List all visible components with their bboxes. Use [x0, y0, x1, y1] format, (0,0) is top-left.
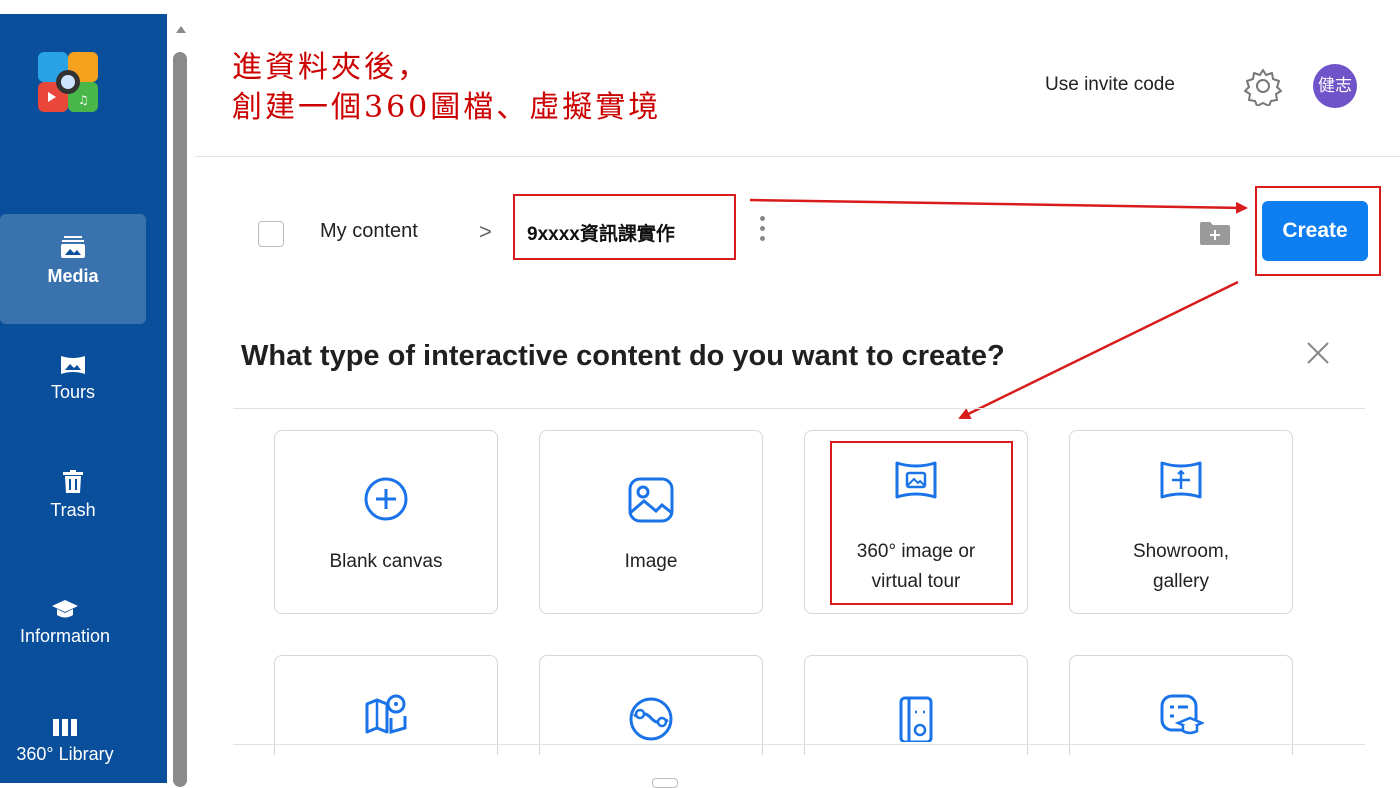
option-floorplan[interactable]: [804, 655, 1028, 755]
dialog-divider: [233, 408, 1365, 409]
annotation-highlight-360-option: [830, 441, 1013, 605]
arrow-to-create: [749, 198, 1248, 214]
option-showroom-gallery[interactable]: Showroom, gallery: [1069, 430, 1293, 614]
plus-circle-icon: [364, 477, 408, 521]
quiz-icon: [1160, 694, 1206, 735]
option-label: Blank canvas: [329, 551, 443, 572]
image-icon: [628, 477, 674, 523]
option-quiz[interactable]: [1069, 655, 1293, 755]
option-label-line-2: gallery: [1153, 571, 1209, 592]
option-label-line-1: Showroom,: [1132, 541, 1230, 562]
showroom-icon: [1160, 461, 1202, 499]
option-label: Image: [624, 551, 678, 572]
option-image[interactable]: Image: [539, 430, 763, 614]
close-icon[interactable]: [1305, 340, 1331, 366]
dialog-footer-divider: [233, 744, 1365, 745]
option-globe[interactable]: [539, 655, 763, 755]
floorplan-icon: [899, 696, 933, 744]
option-blank-canvas[interactable]: Blank canvas: [274, 430, 498, 614]
globe-icon: [629, 697, 673, 741]
option-map[interactable]: [274, 655, 498, 755]
map-pin-icon: [365, 694, 407, 734]
dialog-title: What type of interactive content do you …: [241, 340, 1005, 372]
option-label: Showroom, gallery: [1080, 537, 1282, 597]
footer-checkbox[interactable]: [652, 778, 678, 788]
